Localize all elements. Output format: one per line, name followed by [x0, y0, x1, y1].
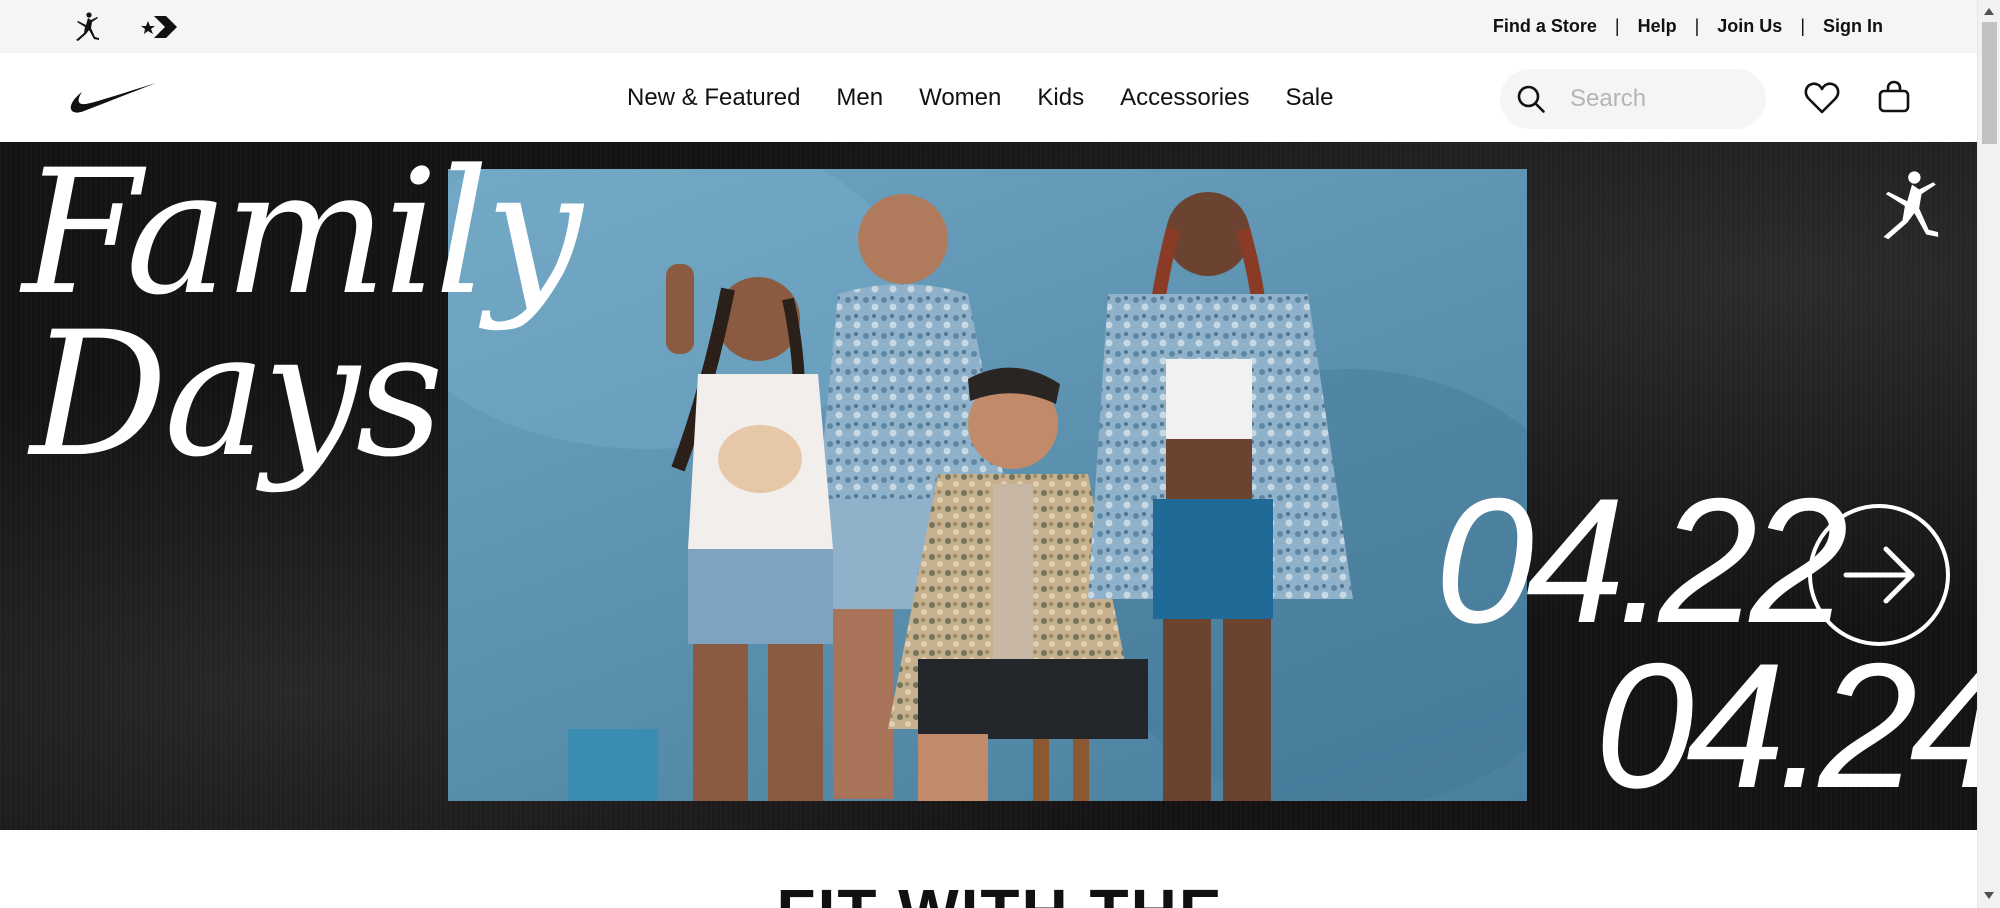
hero-date-start: 04.22 — [1435, 461, 1848, 660]
hero-photo[interactable] — [448, 169, 1527, 801]
utility-bar: Find a Store | Help | Join Us | Sign In — [0, 0, 1977, 53]
heart-icon[interactable] — [1804, 81, 1840, 115]
nike-swoosh-icon[interactable] — [70, 81, 158, 115]
search-icon[interactable] — [1516, 84, 1546, 114]
join-us-link[interactable]: Join Us — [1717, 16, 1782, 37]
hero-banner[interactable]: Family Days 04.22 04.24 — [0, 142, 1977, 830]
arrow-right-icon — [1843, 546, 1915, 604]
find-a-store-link[interactable]: Find a Store — [1493, 16, 1597, 37]
help-link[interactable]: Help — [1638, 16, 1677, 37]
scroll-down-arrow[interactable] — [1984, 892, 1994, 899]
menu-item-accessories[interactable]: Accessories — [1120, 84, 1249, 112]
utility-links: Find a Store | Help | Join Us | Sign In — [1493, 0, 1883, 53]
sign-in-link[interactable]: Sign In — [1823, 16, 1883, 37]
hero-title-line1: Family — [22, 142, 582, 333]
jordan-icon[interactable] — [72, 12, 104, 42]
separator: | — [1800, 16, 1805, 36]
menu-item-sale[interactable]: Sale — [1285, 84, 1333, 112]
search-box[interactable] — [1500, 69, 1766, 129]
primary-menu: New & Featured Men Women Kids Accessorie… — [627, 53, 1333, 142]
menu-item-men[interactable]: Men — [836, 84, 883, 112]
scroll-thumb[interactable] — [1982, 22, 1997, 144]
hero-people-illustration — [448, 169, 1527, 801]
scrollbar[interactable] — [1977, 0, 2000, 908]
hero-arrow-button[interactable] — [1808, 504, 1950, 646]
menu-item-kids[interactable]: Kids — [1037, 84, 1084, 112]
search-input[interactable] — [1570, 79, 1750, 119]
converse-icon[interactable] — [140, 12, 178, 42]
menu-item-new-featured[interactable]: New & Featured — [627, 84, 800, 112]
jordan-icon — [1883, 171, 1939, 240]
section-heading: FIT WITH THE — [0, 880, 2000, 908]
hero-date-end: 04.24 — [1595, 626, 1977, 825]
scroll-up-arrow[interactable] — [1984, 8, 1994, 15]
hero-title-line2: Days — [30, 294, 444, 495]
separator: | — [1694, 16, 1700, 36]
main-navigation: New & Featured Men Women Kids Accessorie… — [0, 53, 1977, 142]
bag-icon[interactable] — [1877, 80, 1911, 114]
separator: | — [1614, 16, 1620, 36]
hero-title: Family Days — [22, 142, 582, 495]
menu-item-women[interactable]: Women — [919, 84, 1001, 112]
